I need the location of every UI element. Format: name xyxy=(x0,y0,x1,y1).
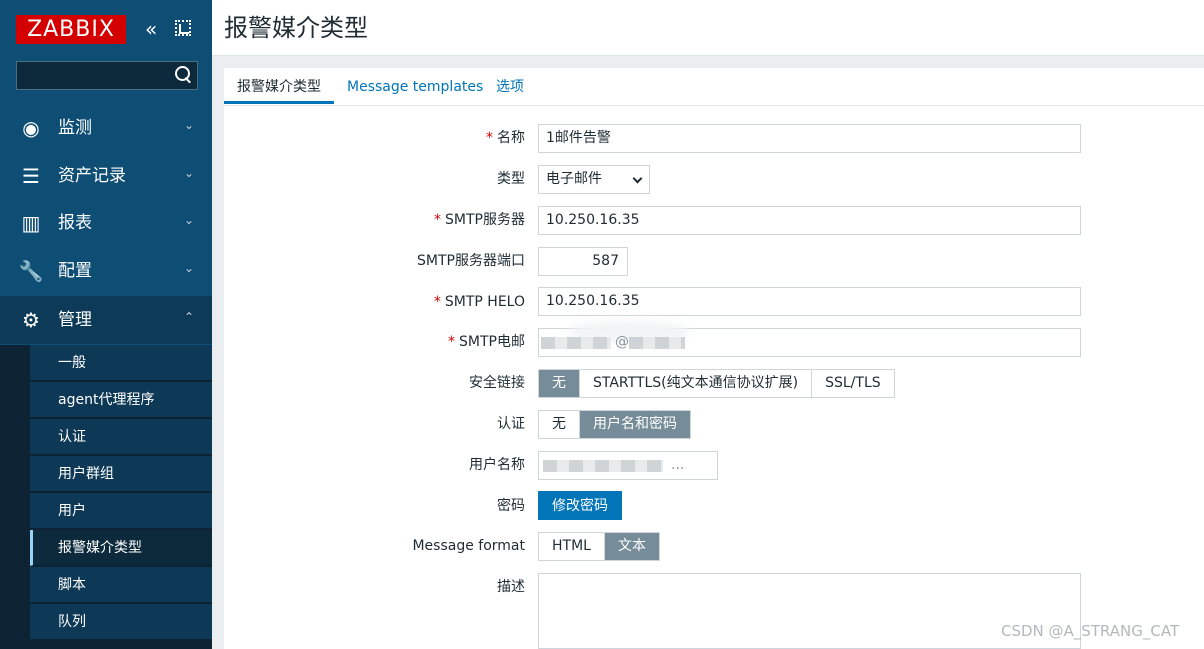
label-text: SMTP HELO xyxy=(444,294,525,310)
username-label: 用户名称 xyxy=(469,457,525,473)
label-text: SMTP电邮 xyxy=(459,334,525,350)
username-input[interactable]: ... xyxy=(538,451,718,480)
menu-label: 报表 xyxy=(58,213,92,233)
required-mark: * xyxy=(434,212,442,228)
security-option-none[interactable]: 无 xyxy=(539,370,580,397)
menu-item-configuration[interactable]: 🔧 配置 ⌄ xyxy=(0,247,212,295)
menu-item-inventory[interactable]: ☰ 资产记录 ⌄ xyxy=(0,152,212,200)
submenu-label: 用户 xyxy=(58,503,86,519)
smtp-port-input[interactable]: 587 xyxy=(538,247,628,276)
submenu-label: 报警媒介类型 xyxy=(58,540,142,556)
auth-label: 认证 xyxy=(497,416,525,432)
name-label: * 名称 xyxy=(486,129,525,147)
redacted-text xyxy=(543,460,663,472)
page-header: 报警媒介类型 xyxy=(212,0,1204,56)
menu-label: 配置 xyxy=(58,261,92,281)
message-format-label: Message format xyxy=(412,538,525,554)
submenu-item-user-groups[interactable]: 用户群组 xyxy=(30,456,212,492)
menu-item-monitoring[interactable]: ◉ 监测 ⌄ xyxy=(0,104,212,152)
description-label: 描述 xyxy=(497,579,525,595)
kiosk-mode-icon[interactable] xyxy=(175,20,191,36)
label-text: SMTP服务器 xyxy=(445,212,525,228)
submenu-label: 认证 xyxy=(58,429,86,445)
active-tab-indicator xyxy=(224,101,334,104)
media-type-form: * 名称 1邮件告警 类型 电子邮件 * SMTP服务器 10.250.16.35 … xyxy=(224,106,1204,649)
chevron-down-icon: ⌄ xyxy=(184,166,195,180)
bar-chart-icon: ▥ xyxy=(21,211,41,235)
smtp-helo-label: * SMTP HELO xyxy=(434,293,525,311)
chevron-down-icon: ⌄ xyxy=(184,213,195,227)
tab-media-type[interactable]: 报警媒介类型 xyxy=(237,78,321,96)
submenu-label: 用户群组 xyxy=(58,466,114,482)
submenu-item-queue[interactable]: 队列 xyxy=(30,604,212,640)
submenu-item-scripts[interactable]: 脚本 xyxy=(30,567,212,603)
search-icon[interactable] xyxy=(174,65,194,85)
chevron-down-icon xyxy=(632,173,643,184)
change-password-button[interactable]: 修改密码 xyxy=(538,491,622,520)
message-format-segmented-control: HTML 文本 xyxy=(538,532,660,561)
type-select[interactable]: 电子邮件 xyxy=(538,165,650,194)
submenu-label: 队列 xyxy=(58,614,86,630)
security-segmented-control: 无 STARTTLS(纯文本通信协议扩展) SSL/TLS xyxy=(538,369,895,398)
submenu-label: 一般 xyxy=(58,355,86,371)
tab-message-templates[interactable]: Message templates xyxy=(347,78,483,96)
type-label: 类型 xyxy=(497,171,525,187)
smtp-email-input[interactable]: @ xyxy=(538,321,1081,357)
submenu-label: agent代理程序 xyxy=(58,392,155,408)
redacted-text xyxy=(629,337,685,349)
collapse-sidebar-icon[interactable]: « xyxy=(145,18,165,40)
type-select-value: 电子邮件 xyxy=(546,171,602,187)
menu-label: 资产记录 xyxy=(58,166,126,186)
security-option-ssl-tls[interactable]: SSL/TLS xyxy=(812,370,894,397)
submenu-item-media-types[interactable]: 报警媒介类型 xyxy=(30,530,212,566)
submenu-item-agent-proxies[interactable]: agent代理程序 xyxy=(30,382,212,418)
submenu-item-authentication[interactable]: 认证 xyxy=(30,419,212,455)
submenu-item-general[interactable]: 一般 xyxy=(30,345,212,381)
format-option-text[interactable]: 文本 xyxy=(604,533,659,560)
username-ellipsis: ... xyxy=(671,457,685,473)
gear-icon: ⚙ xyxy=(22,308,40,332)
security-option-starttls[interactable]: STARTTLS(纯文本通信协议扩展) xyxy=(580,370,813,397)
auth-segmented-control: 无 用户名和密码 xyxy=(538,410,691,439)
auth-option-username-password[interactable]: 用户名和密码 xyxy=(580,411,690,438)
smtp-server-input[interactable]: 10.250.16.35 xyxy=(538,206,1081,235)
page-title: 报警媒介类型 xyxy=(224,14,368,42)
menu-item-reports[interactable]: ▥ 报表 ⌄ xyxy=(0,199,212,247)
watermark: CSDN @A_STRANG_CAT xyxy=(1001,622,1180,640)
required-mark: * xyxy=(433,294,441,310)
menu-label: 管理 xyxy=(58,310,92,330)
submenu-label: 脚本 xyxy=(58,577,86,593)
name-input[interactable]: 1邮件告警 xyxy=(538,124,1081,153)
auth-option-none[interactable]: 无 xyxy=(539,411,580,438)
description-textarea[interactable] xyxy=(538,573,1081,649)
smtp-email-label: * SMTP电邮 xyxy=(448,333,525,351)
menu-item-administration[interactable]: ⚙ 管理 ⌃ xyxy=(0,296,212,344)
password-label: 密码 xyxy=(497,498,525,514)
security-label: 安全链接 xyxy=(469,375,525,391)
tabs-bar: 报警媒介类型 Message templates 选项 xyxy=(224,68,1204,106)
smtp-helo-input[interactable]: 10.250.16.35 xyxy=(538,287,1081,316)
chevron-down-icon: ⌄ xyxy=(184,261,195,275)
eye-icon: ◉ xyxy=(22,116,40,140)
menu-label: 监测 xyxy=(58,118,92,138)
format-option-html[interactable]: HTML xyxy=(539,533,605,560)
admin-submenu: 一般 agent代理程序 认证 用户群组 用户 报警媒介类型 脚本 队列 xyxy=(0,345,212,649)
list-icon: ☰ xyxy=(22,164,40,188)
redacted-text xyxy=(541,337,611,349)
required-mark: * xyxy=(448,334,456,350)
sidebar-search-input[interactable] xyxy=(16,61,198,90)
zabbix-logo[interactable]: ZABBIX xyxy=(16,15,126,44)
smtp-port-label: SMTP服务器端口 xyxy=(417,253,525,269)
wrench-icon: 🔧 xyxy=(18,259,44,283)
smtp-server-label: * SMTP服务器 xyxy=(434,211,525,229)
chevron-up-icon: ⌃ xyxy=(184,310,195,324)
sidebar: ZABBIX « ◉ 监测 ⌄ ☰ 资产记录 ⌄ ▥ 报表 ⌄ 🔧 配置 ⌄ ⚙… xyxy=(0,0,212,649)
submenu-item-users[interactable]: 用户 xyxy=(30,493,212,529)
label-text: 名称 xyxy=(497,130,525,146)
email-at-sign: @ xyxy=(615,334,629,350)
tab-options[interactable]: 选项 xyxy=(496,78,524,96)
chevron-down-icon: ⌄ xyxy=(184,118,195,132)
required-mark: * xyxy=(486,130,493,146)
